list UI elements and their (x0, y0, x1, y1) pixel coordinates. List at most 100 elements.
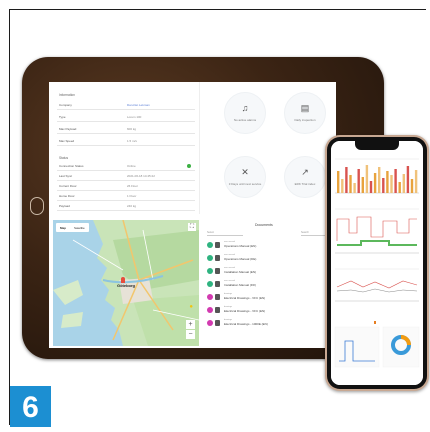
pegman-icon[interactable]: ● (189, 304, 193, 310)
documents-search[interactable]: Search (301, 231, 327, 236)
tile-service-label: 3 Days until next service (228, 182, 262, 186)
phone-bar (386, 171, 389, 193)
document-title: Operations Manual (EN) (224, 244, 257, 248)
tools-icon: ✕ (241, 167, 249, 177)
status-value: 1 Floor (127, 194, 137, 198)
status-row-home-floor: Home Floor 1 Floor (57, 191, 195, 201)
status-value: Online (127, 164, 136, 168)
document-item[interactable]: drawings Electrical Drawings - VFC (EN) (207, 293, 327, 302)
info-value[interactable]: Dan-Det Lekman (127, 103, 150, 107)
phone-bar (369, 181, 373, 193)
phone-bar (373, 173, 377, 193)
step-number-badge: 6 (10, 386, 51, 427)
documents-filter[interactable]: Select (207, 231, 243, 236)
document-title: Electrical Drawings - VFC (EN) (224, 309, 266, 313)
document-title: Installation Manual (EN) (224, 270, 257, 274)
document-type-icon (207, 242, 213, 248)
document-category: user manual (224, 267, 236, 269)
documents-title: Documents (255, 223, 273, 227)
tile-trial[interactable]: ↗ ERK Trial index (284, 156, 326, 198)
phone-bar (394, 169, 397, 193)
zoom-out-button[interactable]: − (186, 330, 195, 339)
document-title: Electrical Drawings - 1000E (EN) (224, 322, 268, 326)
phone-bar (349, 175, 352, 193)
tab-map[interactable]: Map (56, 223, 70, 232)
map-view[interactable]: Map Satellite ⛶ Göteborg ● + − (53, 220, 199, 346)
status-value: 2021-06-18 14:45:22 (127, 174, 155, 178)
status-row-last-sync: Last Sync 2021-06-18 14:45:22 (57, 171, 195, 181)
documents-panel: Documents Select Search user manual Opera… (205, 220, 333, 346)
info-key: Type (59, 115, 66, 119)
tile-alarms[interactable]: ♫ No active alarms (224, 92, 266, 134)
phone-bar (398, 182, 401, 193)
document-title: Installation Manual (FR) (224, 283, 256, 287)
tablet-screen: Information Company Dan-Det Lekman Type Lor… (49, 82, 336, 348)
document-item[interactable]: user manual Installation Manual (FR) (207, 280, 327, 289)
phone-bar (414, 170, 418, 193)
tablet-home-button[interactable] (30, 197, 44, 215)
tile-inspection[interactable]: ▤ Daily inspection (284, 92, 326, 134)
phone-bar (361, 177, 364, 193)
phone-bar (378, 167, 381, 193)
phone-bar (341, 179, 344, 193)
document-title: Operations Manual (DE) (224, 257, 257, 261)
info-row-max-speed: Max Speed 1.5 m/s (57, 136, 195, 146)
phone-bar (365, 165, 369, 193)
online-indicator-icon (187, 164, 191, 168)
phone-bar (406, 166, 410, 193)
info-row-type: Type Lorem 100 (57, 112, 195, 122)
info-row-max-payload: Max Payload 600 kg (57, 124, 195, 134)
fullscreen-icon[interactable]: ⛶ (188, 223, 196, 231)
tile-trial-label: ERK Trial index (294, 182, 316, 186)
status-key: Current Floor (59, 184, 77, 188)
document-item[interactable]: user manual Installation Manual (EN) (207, 267, 327, 276)
tile-inspection-label: Daily inspection (294, 118, 316, 122)
document-type-icon (207, 268, 213, 274)
document-item[interactable]: drawings Electrical Drawings - VFC (EN) (207, 306, 327, 315)
file-icon (215, 255, 220, 261)
map-type-tabs: Map Satellite (56, 223, 89, 232)
file-icon (215, 268, 220, 274)
file-icon (215, 307, 220, 313)
document-category: user manual (224, 254, 236, 256)
info-key: Company (59, 103, 72, 107)
phone-notch (355, 141, 399, 150)
document-type-icon (207, 294, 213, 300)
document-category: drawings (224, 319, 233, 321)
document-type-icon (207, 281, 213, 287)
status-row-current-floor: Current Floor 26 Floor (57, 181, 195, 191)
phone-chart-small (334, 321, 420, 368)
clipboard-icon: ▤ (300, 103, 310, 113)
status-key: Connection Status (59, 164, 84, 168)
document-type-icon (207, 307, 213, 313)
phone-screen (331, 141, 423, 385)
phone-bar (382, 178, 385, 193)
document-category: drawings (224, 293, 233, 295)
document-item[interactable]: drawings Electrical Drawings - 1000E (EN) (207, 319, 327, 328)
document-type-icon (207, 320, 213, 326)
phone-bar (353, 183, 356, 193)
info-value: 600 kg (127, 127, 137, 131)
file-icon (215, 242, 220, 248)
bell-icon: ♫ (241, 103, 249, 113)
tile-service[interactable]: ✕ 3 Days until next service (224, 156, 266, 198)
file-icon (215, 320, 220, 326)
phone-bar (402, 174, 405, 193)
information-title: Information (59, 93, 75, 97)
status-key: Last Sync (59, 174, 73, 178)
document-type-icon (207, 255, 213, 261)
zoom-in-button[interactable]: + (186, 320, 195, 329)
phone-bar (410, 179, 414, 193)
info-value: 1.5 m/s (127, 139, 137, 143)
phone-bar (390, 175, 393, 193)
phone-dashboard-charts (331, 141, 423, 385)
document-title: Electrical Drawings - VFC (EN) (224, 296, 266, 300)
tab-satellite[interactable]: Satellite (70, 223, 89, 232)
document-item[interactable]: user manual Operations Manual (DE) (207, 254, 327, 263)
status-key: Home Floor (59, 194, 75, 198)
status-key: Payload (59, 204, 70, 208)
divider (199, 82, 200, 214)
file-icon (215, 294, 220, 300)
document-item[interactable]: user manual Operations Manual (EN) (207, 241, 327, 250)
info-key: Max Speed (59, 139, 75, 143)
